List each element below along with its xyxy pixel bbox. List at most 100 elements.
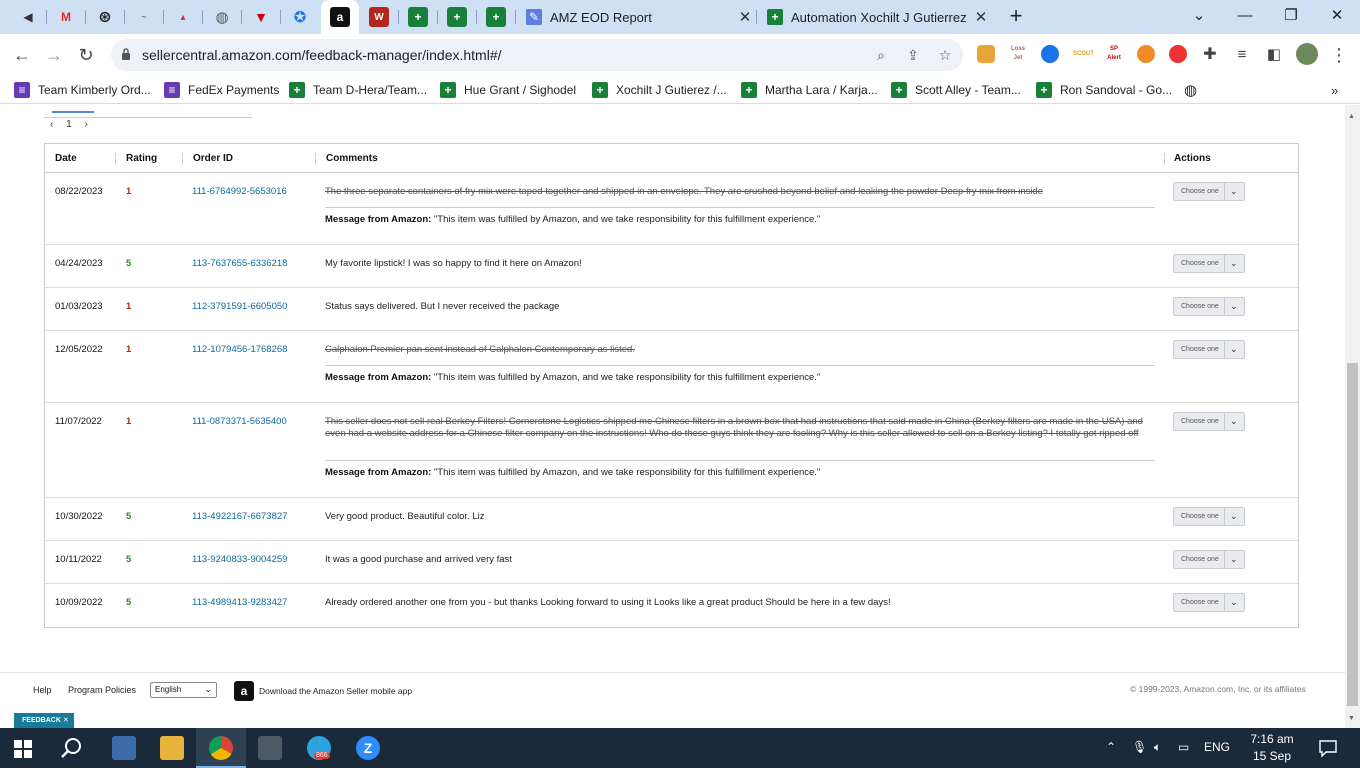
choose-action-dropdown[interactable]: Choose one ⌄ — [1173, 593, 1245, 612]
bookmark-star-icon[interactable]: ☆ — [935, 45, 955, 65]
bookmark-item[interactable]: ≡ Team Kimberly Ord... — [14, 81, 151, 99]
order-id-link[interactable]: 113-7637655-6336218 — [192, 258, 287, 269]
close-icon[interactable]: ✕ — [63, 717, 69, 724]
close-tab-icon[interactable]: ✕ — [970, 8, 992, 26]
next-page-icon[interactable]: › — [84, 119, 87, 130]
extension-lossjet-icon[interactable]: Loss Jet — [1009, 45, 1027, 63]
tab-amz-eod-report[interactable]: ✎ AMZ EOD Report ✕ — [516, 0, 756, 34]
back-button[interactable]: ← — [9, 42, 35, 68]
bookmark-item[interactable]: + Xochilt J Gutierez /... — [592, 81, 727, 99]
previous-page-icon[interactable]: ‹ — [50, 119, 53, 130]
sheets-tab-icon[interactable]: + — [486, 7, 506, 27]
tab-automation-sheet[interactable]: + Automation Xochilt J Gutierrez (C ✕ — [757, 0, 992, 34]
site-tab-icon[interactable]: ▴ — [173, 7, 193, 27]
extension-sp-alert-icon[interactable]: SP Alert — [1105, 45, 1123, 63]
site-tab-icon[interactable]: ▼ — [251, 7, 271, 27]
input-language-indicator[interactable]: ENG — [1204, 740, 1230, 754]
choose-action-dropdown[interactable]: Choose one ⌄ — [1173, 550, 1245, 569]
close-tab-icon[interactable]: ✕ — [734, 8, 756, 26]
sheets-tab-icon[interactable]: + — [408, 7, 428, 27]
new-tab-button[interactable]: + — [1004, 4, 1028, 28]
order-id-link[interactable]: 111-0873371-5635400 — [192, 416, 287, 427]
system-clock[interactable]: 7:16 am 15 Sep 2023 — [1238, 731, 1306, 782]
bookmark-item[interactable]: + Ron Sandoval - Go... — [1036, 81, 1172, 99]
extension-scout-icon[interactable]: SCOUT — [1073, 45, 1094, 63]
bookmark-item[interactable]: ≡ FedEx Payments — [164, 81, 279, 99]
header-comments[interactable]: Comments — [326, 153, 378, 164]
zoom-icon[interactable]: ⌕ — [871, 45, 891, 65]
globe-tab-icon[interactable]: ◍ — [212, 7, 232, 27]
program-policies-link[interactable]: Program Policies — [68, 685, 136, 695]
restore-button[interactable]: ❐ — [1276, 4, 1306, 28]
extension-pokeball-icon[interactable] — [1169, 45, 1187, 63]
choose-action-dropdown[interactable]: Choose one ⌄ — [1173, 182, 1245, 201]
address-bar[interactable]: sellercentral.amazon.com/feedback-manage… — [111, 39, 963, 71]
calculator-icon[interactable] — [258, 736, 282, 760]
bookmark-item[interactable]: + Scott Alley - Team... — [891, 81, 1021, 99]
microphone-icon[interactable]: 🎙︎ — [1132, 740, 1147, 754]
side-panel-icon[interactable]: ◧ — [1261, 42, 1287, 68]
order-id-link[interactable]: 113-9240833-9004259 — [192, 554, 287, 565]
notifications-icon[interactable] — [1319, 740, 1337, 757]
more-bookmarks-chevron-icon[interactable]: » — [1331, 81, 1338, 99]
windows-start-icon[interactable] — [14, 740, 32, 758]
extensions-puzzle-icon[interactable]: ✚ — [1197, 42, 1223, 68]
chrome-icon[interactable] — [209, 736, 233, 760]
share-icon[interactable]: ⇪ — [903, 45, 923, 65]
choose-action-dropdown[interactable]: Choose one ⌄ — [1173, 412, 1245, 431]
site-tab-icon[interactable]: ~ — [134, 7, 154, 27]
show-hidden-icons-chevron-icon[interactable]: ⌃ — [1106, 740, 1116, 754]
feedback-button[interactable]: FEEDBACK ✕ — [14, 713, 74, 728]
forward-button[interactable]: → — [41, 42, 67, 68]
bookmark-item[interactable]: + Hue Grant / Sighodel — [440, 81, 576, 99]
order-id-link[interactable]: 112-1079456-1768268 — [192, 344, 287, 355]
zoom-app-icon[interactable]: Z — [356, 736, 380, 760]
site-tab-icon[interactable]: W — [369, 7, 389, 27]
amazon-app-icon[interactable]: a — [234, 681, 254, 701]
scrollbar-thumb[interactable] — [1347, 363, 1358, 706]
choose-action-dropdown[interactable]: Choose one ⌄ — [1173, 507, 1245, 526]
help-link[interactable]: Help — [33, 685, 52, 695]
audio-tab-icon[interactable]: ◀︎ — [18, 7, 38, 27]
choose-action-dropdown[interactable]: Choose one ⌄ — [1173, 254, 1245, 273]
sheets-tab-icon[interactable]: + — [447, 7, 467, 27]
speaker-icon[interactable]: 🔈︎ — [1154, 740, 1161, 755]
bookmark-item[interactable]: + Team D-Hera/Team... — [289, 81, 427, 99]
choose-action-dropdown[interactable]: Choose one ⌄ — [1173, 297, 1245, 316]
scroll-up-icon[interactable]: ▲ — [1348, 113, 1355, 120]
file-explorer-icon[interactable] — [160, 736, 184, 760]
scroll-down-icon[interactable]: ▼ — [1348, 715, 1355, 722]
chatgpt-tab-icon[interactable]: ⊛ — [95, 7, 115, 27]
download-app-link[interactable]: Download the Amazon Seller mobile app — [259, 686, 412, 696]
extension-icon[interactable] — [1137, 45, 1155, 63]
gmail-tab-icon[interactable]: M — [56, 7, 76, 27]
choose-action-dropdown[interactable]: Choose one ⌄ — [1173, 340, 1245, 359]
language-select[interactable]: English ⌄ — [150, 682, 217, 698]
globe-bookmark-icon[interactable]: ◍ — [1184, 81, 1197, 99]
header-order-id[interactable]: Order ID — [193, 153, 233, 164]
desktop-app-icon[interactable] — [112, 736, 136, 760]
order-id-link[interactable]: 113-4989413-9283427 — [192, 597, 287, 608]
browser-menu-icon[interactable]: ⋮ — [1326, 42, 1352, 68]
tab-search-chevron-icon[interactable]: ⌄ — [1184, 4, 1214, 28]
url-text[interactable]: sellercentral.amazon.com/feedback-manage… — [142, 47, 502, 63]
extension-icon[interactable] — [977, 45, 995, 63]
order-id-link[interactable]: 113-4922167-6673827 — [192, 511, 287, 522]
reload-button[interactable]: ↻ — [73, 42, 99, 68]
header-rating[interactable]: Rating — [126, 153, 157, 164]
order-id-link[interactable]: 112-3791591-6605050 — [192, 301, 287, 312]
minimize-button[interactable]: — — [1230, 4, 1260, 28]
current-page-number[interactable]: 1 — [66, 119, 72, 130]
extension-icon[interactable] — [1041, 45, 1059, 63]
network-icon[interactable]: ▭ — [1178, 740, 1189, 754]
profile-avatar[interactable] — [1296, 43, 1318, 65]
page-scrollbar[interactable]: ▲ ▼ — [1345, 105, 1360, 728]
bookmark-item[interactable]: + Martha Lara / Karja... — [741, 81, 878, 99]
order-id-link[interactable]: 111-6764992-5653016 — [192, 186, 287, 197]
media-controls-icon[interactable]: ≡ — [1229, 42, 1255, 68]
close-window-button[interactable]: ✕ — [1322, 4, 1352, 28]
amazon-tab-icon[interactable]: a — [330, 7, 350, 27]
site-tab-icon[interactable]: ✪ — [290, 7, 310, 27]
header-date[interactable]: Date — [55, 153, 77, 164]
search-icon[interactable] — [61, 737, 83, 759]
